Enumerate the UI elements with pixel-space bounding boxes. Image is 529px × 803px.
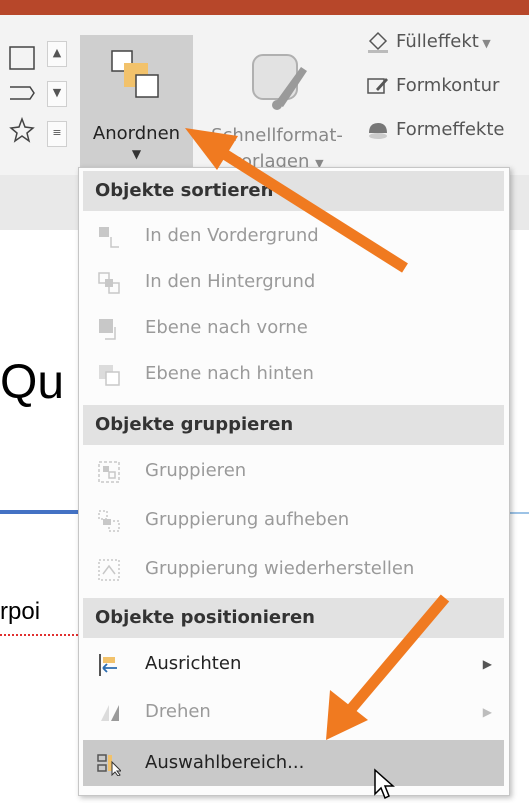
annotation-arrows (185, 128, 450, 740)
annotation-arrow-up (185, 128, 408, 273)
mouse-cursor-icon (374, 768, 395, 800)
annotation-arrow-down (326, 594, 450, 740)
